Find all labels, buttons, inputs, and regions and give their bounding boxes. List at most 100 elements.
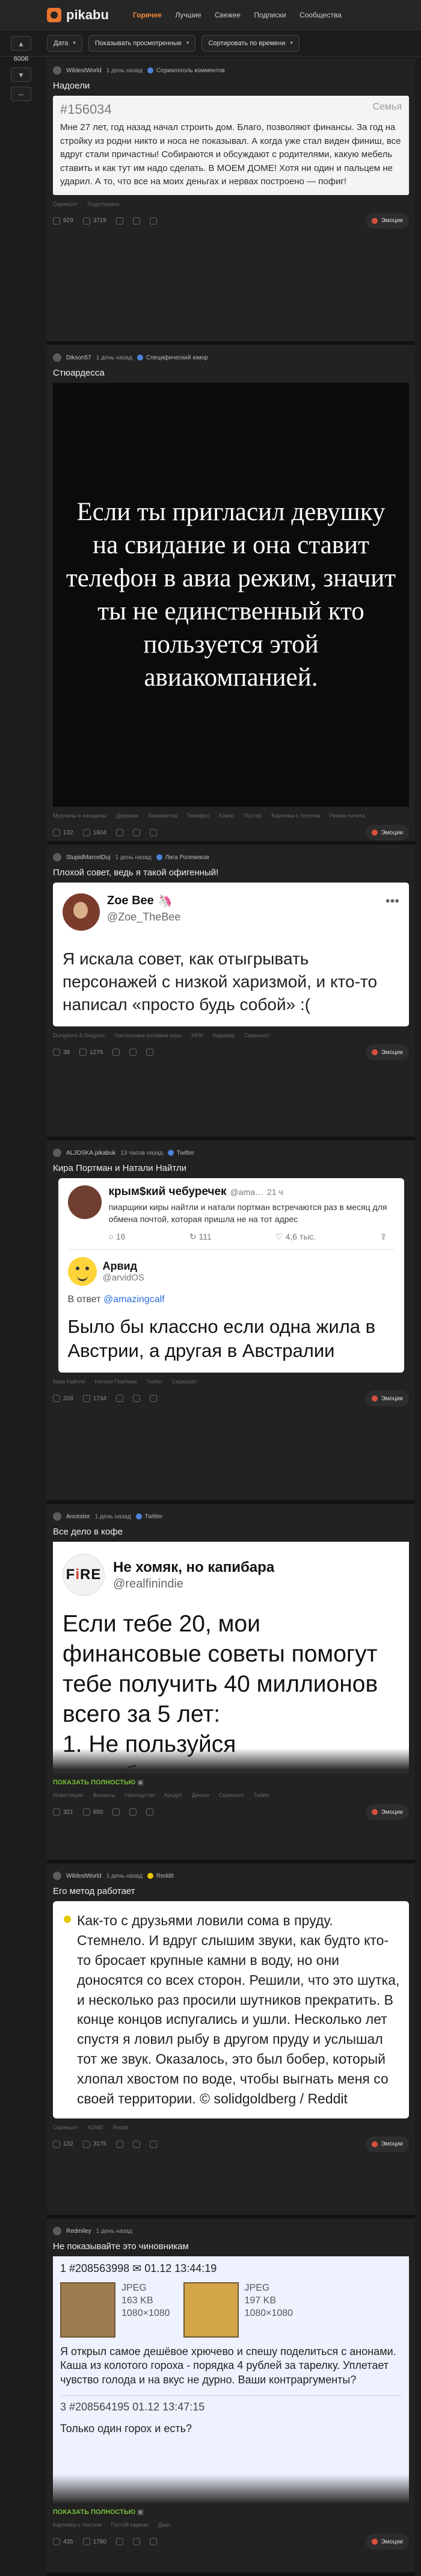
avatar[interactable] xyxy=(53,2227,61,2235)
post-title[interactable]: Плохой совет, ведь я такой офигенный! xyxy=(53,867,409,878)
tag[interactable]: Финансы xyxy=(93,1792,115,1798)
comments-stat[interactable]: 321 xyxy=(53,1808,73,1816)
community-link[interactable]: Reddit xyxy=(147,1873,174,1879)
tag[interactable]: Twitter xyxy=(254,1792,270,1798)
more-icon[interactable] xyxy=(149,829,157,836)
minus-icon[interactable]: – xyxy=(11,87,31,101)
author-name[interactable]: Ancestor xyxy=(66,1513,90,1520)
reaction-button[interactable]: Эмоции xyxy=(365,1804,409,1820)
tag[interactable]: Юмор xyxy=(219,813,234,819)
comments-stat[interactable]: 132 xyxy=(53,829,73,836)
reaction-button[interactable]: Эмоции xyxy=(365,1391,409,1407)
tag[interactable]: Двач xyxy=(158,2522,170,2528)
date-filter[interactable]: Дата ▾ xyxy=(47,34,82,52)
avatar[interactable] xyxy=(53,1512,61,1521)
tag[interactable]: Кира Найтли xyxy=(53,1379,85,1385)
tag[interactable]: Скриншот xyxy=(53,2124,78,2131)
reaction-button[interactable]: Эмоции xyxy=(365,213,409,229)
share-icon[interactable] xyxy=(132,217,140,225)
tag[interactable]: ADME xyxy=(88,2124,103,2131)
author-name[interactable]: Dikson57 xyxy=(66,355,91,361)
nav-communities[interactable]: Сообщества xyxy=(300,11,342,19)
tag[interactable]: Наследство xyxy=(125,1792,155,1798)
more-icon[interactable] xyxy=(146,1808,154,1816)
arrow-down-icon[interactable]: ▾ xyxy=(11,67,31,82)
nav-subscriptions[interactable]: Подписки xyxy=(254,11,286,19)
post-title[interactable]: Стюардесса xyxy=(53,368,409,378)
saves-stat[interactable]: 1780 xyxy=(82,2538,106,2545)
more-icon[interactable] xyxy=(149,1395,157,1403)
author-name[interactable]: Redmiley xyxy=(66,2228,91,2235)
post-title[interactable]: Его метод работает xyxy=(53,1886,409,1896)
author-name[interactable]: WildestWorld xyxy=(66,1873,102,1879)
tag[interactable]: Twitter xyxy=(146,1379,162,1385)
tag[interactable]: Подслушано xyxy=(88,201,120,207)
tag[interactable]: Скриншот xyxy=(172,1379,197,1385)
more-icon[interactable] xyxy=(149,217,157,225)
tag[interactable]: Девушки xyxy=(116,813,138,819)
show-full-button[interactable]: ПОКАЗАТЬ ПОЛНОСТЬЮ ▣ xyxy=(53,1778,409,1786)
tag[interactable]: Пустой карман xyxy=(111,2522,149,2528)
avatar[interactable] xyxy=(53,1149,61,1157)
share-icon[interactable] xyxy=(132,2140,140,2148)
save-icon[interactable] xyxy=(115,2538,123,2545)
tag[interactable]: Постер xyxy=(244,813,262,819)
tag[interactable]: Деньги xyxy=(192,1792,209,1798)
avatar[interactable] xyxy=(53,353,61,362)
nav-fresh[interactable]: Свежее xyxy=(215,11,241,19)
tag[interactable]: Харизма xyxy=(212,1032,234,1038)
avatar[interactable] xyxy=(53,1872,61,1880)
post-title[interactable]: Все дело в кофе xyxy=(53,1527,409,1537)
saves-stat[interactable]: 1604 xyxy=(82,829,106,836)
tag[interactable]: Настольные ролевые игры xyxy=(114,1032,182,1038)
saves-stat[interactable]: 3175 xyxy=(82,2140,106,2148)
community-link[interactable]: Twitter xyxy=(135,1513,162,1520)
avatar[interactable] xyxy=(53,853,61,861)
author-name[interactable]: WildestWorld xyxy=(66,67,102,74)
viewed-filter[interactable]: Показывать просмотренные ▾ xyxy=(88,34,196,52)
saves-stat[interactable]: 1276 xyxy=(79,1049,103,1057)
comments-stat[interactable]: 132 xyxy=(53,2140,73,2148)
share-icon[interactable] xyxy=(129,1808,137,1816)
tag[interactable]: Картинка с текстом xyxy=(53,2522,102,2528)
post-title[interactable]: Кира Портман и Натали Найтли xyxy=(53,1163,409,1173)
tag[interactable]: Режим полета xyxy=(330,813,365,819)
arrow-up-icon[interactable]: ▴ xyxy=(11,36,31,51)
reaction-button[interactable]: Эмоции xyxy=(365,825,409,840)
tag[interactable]: Dungeons & Dragons xyxy=(53,1032,105,1038)
comments-stat[interactable]: 435 xyxy=(53,2538,73,2545)
save-icon[interactable] xyxy=(112,1049,120,1057)
save-icon[interactable] xyxy=(115,829,123,836)
sort-filter[interactable]: Сортировать по времени ▾ xyxy=(201,34,300,52)
saves-stat[interactable]: 3719 xyxy=(82,217,106,225)
share-icon[interactable] xyxy=(129,1049,137,1057)
author-name[interactable]: ALJOSKA.pikabuk xyxy=(66,1150,115,1156)
share-icon[interactable] xyxy=(132,1395,140,1403)
nav-best[interactable]: Лучшие xyxy=(175,11,201,19)
author-name[interactable]: StupidMarcelDuj xyxy=(66,854,110,861)
comments-stat[interactable]: 929 xyxy=(53,217,73,225)
tag[interactable]: Телефон xyxy=(187,813,209,819)
comments-stat[interactable]: 38 xyxy=(53,1049,70,1057)
post-title[interactable]: Надоели xyxy=(53,81,409,91)
saves-stat[interactable]: 850 xyxy=(82,1808,103,1816)
tag[interactable]: Reddit xyxy=(113,2124,129,2131)
reaction-button[interactable]: Эмоции xyxy=(365,2136,409,2152)
reaction-button[interactable]: Эмоции xyxy=(365,2534,409,2550)
nav-hot[interactable]: Горячее xyxy=(133,11,162,19)
tag[interactable]: Картинка с текстом xyxy=(271,813,320,819)
tag[interactable]: НРИ xyxy=(191,1032,203,1038)
comments-stat[interactable]: 208 xyxy=(53,1395,73,1403)
tag[interactable]: Скриншот xyxy=(244,1032,269,1038)
post-title[interactable]: Не показывайте это чиновникам xyxy=(53,2241,409,2252)
reaction-button[interactable]: Эмоции xyxy=(365,1044,409,1061)
save-icon[interactable] xyxy=(115,2140,123,2148)
more-icon[interactable] xyxy=(149,2538,157,2545)
more-icon[interactable] xyxy=(146,1049,154,1057)
save-icon[interactable] xyxy=(115,217,123,225)
tag[interactable]: Инвестиции xyxy=(53,1792,83,1798)
tag[interactable]: Натали Портман xyxy=(95,1379,137,1385)
avatar[interactable] xyxy=(53,66,61,75)
share-icon[interactable] xyxy=(132,829,140,836)
saves-stat[interactable]: 1734 xyxy=(82,1395,106,1403)
